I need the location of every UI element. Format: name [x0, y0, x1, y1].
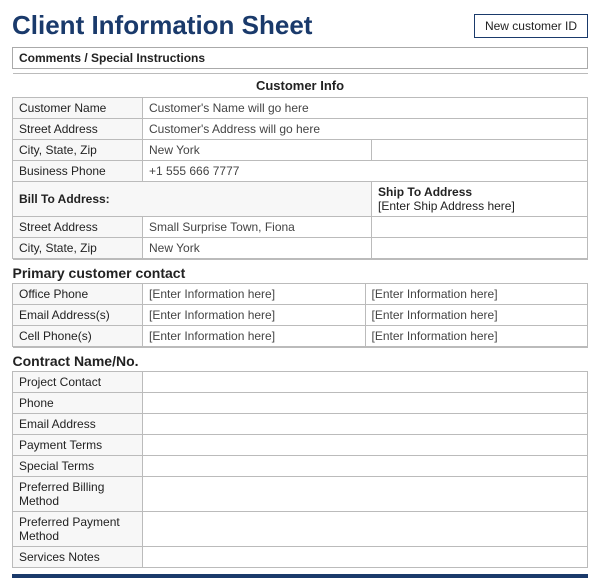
bill-city-label: City, State, Zip [13, 238, 143, 259]
email-address-contract-value [143, 414, 588, 435]
email-address-contract-label: Email Address [13, 414, 143, 435]
project-contact-value [143, 372, 588, 393]
email-address-label: Email Address(s) [13, 305, 143, 326]
bill-street-label: Street Address [13, 217, 143, 238]
special-terms-label: Special Terms [13, 456, 143, 477]
cell-phone-label: Cell Phone(s) [13, 326, 143, 347]
customer-name-value: Customer's Name will go here [143, 98, 588, 119]
city-state-zip-value: New York [143, 140, 372, 161]
bill-street-value: Small Surprise Town, Fiona [143, 217, 372, 238]
ship-to-label: Ship To Address [Enter Ship Address here… [372, 182, 588, 217]
table-row: Street Address Customer's Address will g… [13, 119, 588, 140]
preferred-billing-value [143, 477, 588, 512]
office-phone-value1: [Enter Information here] [143, 284, 366, 305]
bill-to-city-row: City, State, Zip New York [13, 238, 588, 259]
contract-title: Contract Name/No. [13, 348, 588, 372]
street-address-label: Street Address [13, 119, 143, 140]
business-phone-label: Business Phone [13, 161, 143, 182]
phone-value [143, 393, 588, 414]
table-row: Special Terms [13, 456, 588, 477]
page: Client Information Sheet New customer ID… [0, 0, 600, 588]
header: Client Information Sheet New customer ID [12, 10, 588, 41]
bill-to-label: Bill To Address: [13, 182, 372, 217]
customer-info-title: Customer Info [13, 74, 588, 98]
city-extra-cell [372, 140, 588, 161]
table-row: Preferred Payment Method [13, 512, 588, 547]
email-address-value1: [Enter Information here] [143, 305, 366, 326]
cell-phone-value1: [Enter Information here] [143, 326, 366, 347]
ship-to-value: [Enter Ship Address here] [378, 199, 515, 213]
bottom-border [12, 574, 588, 578]
cell-phone-value2: [Enter Information here] [365, 326, 588, 347]
preferred-payment-label: Preferred Payment Method [13, 512, 143, 547]
payment-terms-value [143, 435, 588, 456]
special-terms-value [143, 456, 588, 477]
comments-label: Comments / Special Instructions [19, 51, 205, 65]
table-row: Business Phone +1 555 666 7777 [13, 161, 588, 182]
bill-to-street-row: Street Address Small Surprise Town, Fion… [13, 217, 588, 238]
office-phone-label: Office Phone [13, 284, 143, 305]
business-phone-value: +1 555 666 7777 [143, 161, 588, 182]
bill-to-header-row: Bill To Address: Ship To Address [Enter … [13, 182, 588, 217]
phone-label: Phone [13, 393, 143, 414]
primary-contact-title: Primary customer contact [13, 260, 588, 284]
preferred-billing-label: Preferred Billing Method [13, 477, 143, 512]
table-row: Email Address(s) [Enter Information here… [13, 305, 588, 326]
table-row: Cell Phone(s) [Enter Information here] [… [13, 326, 588, 347]
bill-city-value: New York [143, 238, 372, 259]
table-row: Project Contact [13, 372, 588, 393]
ship-to-title: Ship To Address [378, 185, 472, 199]
bill-street-extra [372, 217, 588, 238]
contract-header-row: Contract Name/No. [13, 348, 588, 372]
office-phone-value2: [Enter Information here] [365, 284, 588, 305]
customer-info-header-row: Customer Info [13, 74, 588, 98]
project-contact-label: Project Contact [13, 372, 143, 393]
table-row: Office Phone [Enter Information here] [E… [13, 284, 588, 305]
city-state-zip-label: City, State, Zip [13, 140, 143, 161]
table-row: Payment Terms [13, 435, 588, 456]
page-title: Client Information Sheet [12, 10, 312, 41]
contract-table: Contract Name/No. Project Contact Phone … [12, 347, 588, 568]
payment-terms-label: Payment Terms [13, 435, 143, 456]
preferred-payment-value [143, 512, 588, 547]
table-row: City, State, Zip New York [13, 140, 588, 161]
table-row: Email Address [13, 414, 588, 435]
primary-contact-header-row: Primary customer contact [13, 260, 588, 284]
table-row: Customer Name Customer's Name will go he… [13, 98, 588, 119]
comments-section: Comments / Special Instructions [12, 47, 588, 69]
email-address-value2: [Enter Information here] [365, 305, 588, 326]
new-customer-button[interactable]: New customer ID [474, 14, 588, 38]
bill-city-extra [372, 238, 588, 259]
primary-contact-table: Primary customer contact Office Phone [E… [12, 259, 588, 347]
customer-name-label: Customer Name [13, 98, 143, 119]
customer-info-table: Customer Info Customer Name Customer's N… [12, 73, 588, 259]
table-row: Phone [13, 393, 588, 414]
street-address-value: Customer's Address will go here [143, 119, 588, 140]
table-row: Preferred Billing Method [13, 477, 588, 512]
